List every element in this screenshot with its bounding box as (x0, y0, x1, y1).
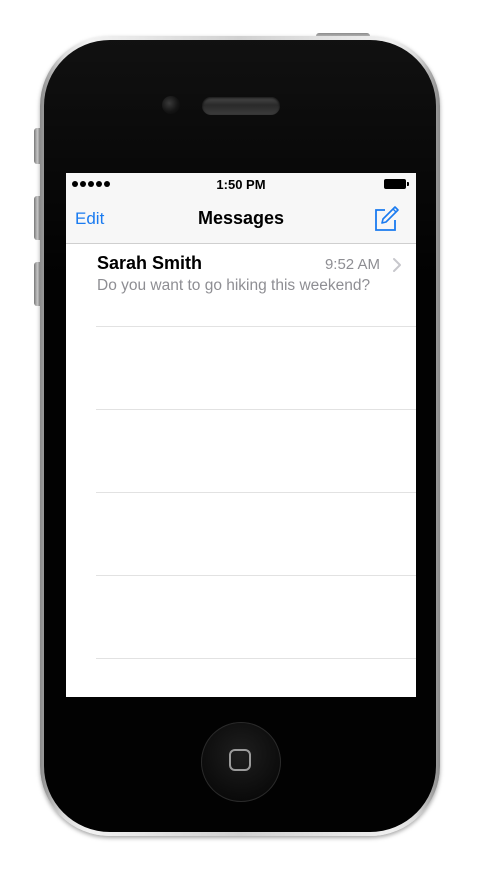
status-time: 1:50 PM (216, 177, 266, 192)
front-camera (162, 96, 180, 114)
contact-name: Sarah Smith (97, 253, 203, 273)
row-separator (96, 658, 416, 659)
home-button-icon (229, 749, 251, 771)
navigation-bar: Edit Messages (66, 195, 416, 244)
message-time: 9:52 AM (324, 256, 380, 273)
message-preview: Do you want to go hiking this weekend? (97, 277, 371, 294)
conversation-list: Sarah Smith 9:52 AM Do you want to go hi… (66, 244, 416, 659)
battery-full-icon (384, 179, 410, 189)
status-bar: 1:50 PM (66, 173, 416, 195)
empty-row (66, 410, 416, 493)
empty-row (66, 576, 416, 659)
page-title: Messages (197, 208, 285, 228)
conversation-row[interactable]: Sarah Smith 9:52 AM Do you want to go hi… (66, 244, 416, 327)
page: 1:50 PM Edit Messages Sarah Smith 9:52 A… (0, 0, 482, 872)
phone-screen: 1:50 PM Edit Messages Sarah Smith 9:52 A… (66, 173, 416, 697)
earpiece-speaker (202, 97, 280, 115)
compose-icon[interactable] (372, 205, 400, 233)
chevron-right-icon (393, 258, 401, 272)
empty-row (66, 327, 416, 410)
empty-row (66, 493, 416, 576)
